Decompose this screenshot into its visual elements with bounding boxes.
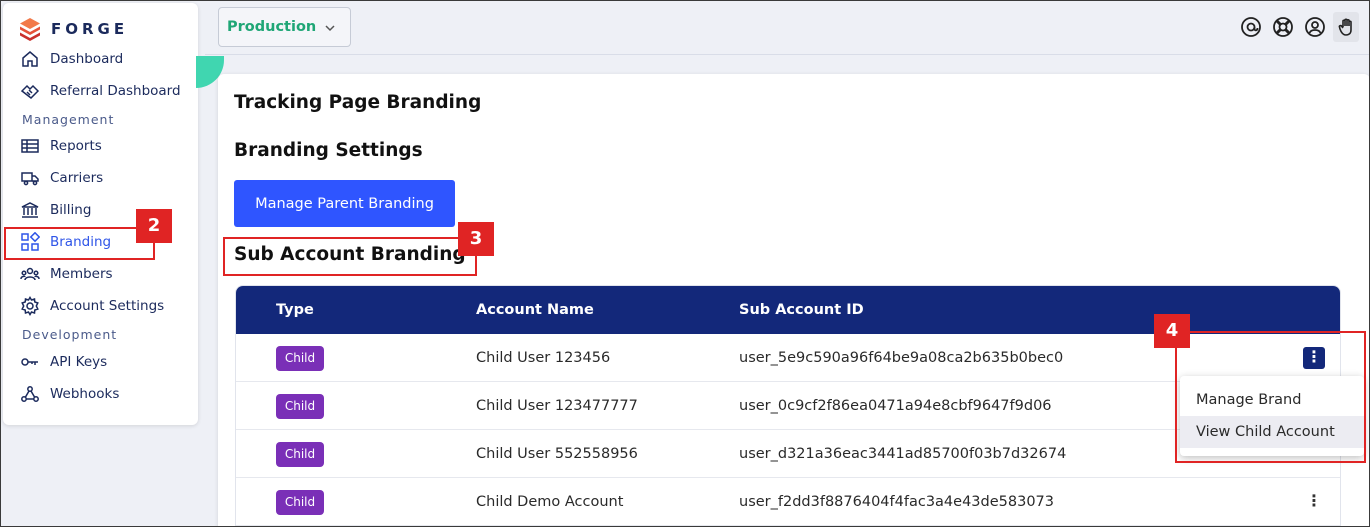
chevron-down-icon	[325, 25, 335, 32]
home-icon	[22, 51, 38, 67]
sidebar-item-referral-dashboard[interactable]: Referral Dashboard	[20, 77, 181, 105]
sidebar-item-label: Dashboard	[50, 51, 124, 67]
sidebar-item-billing[interactable]: Billing	[20, 196, 91, 224]
table-row[interactable]: Child Child Demo Account user_f2dd3f8876…	[236, 478, 1340, 526]
sidebar-item-label: Reports	[50, 138, 102, 154]
sidebar-item-webhooks[interactable]: Webhooks	[20, 380, 119, 408]
annotation-box-3	[223, 237, 477, 276]
branding-settings-heading: Branding Settings	[234, 140, 423, 161]
type-badge: Child	[276, 394, 324, 419]
hand-icon[interactable]	[1336, 16, 1358, 38]
account-name: Child Demo Account	[476, 494, 624, 510]
environment-select[interactable]: Production	[218, 7, 351, 47]
type-badge: Child	[276, 346, 324, 371]
bank-icon	[21, 202, 39, 218]
row-actions-button[interactable]: ⋮	[1303, 491, 1325, 513]
sidebar-item-account-settings[interactable]: Account Settings	[20, 292, 164, 320]
column-header-sub-account-id[interactable]: Sub Account ID	[739, 286, 864, 334]
lifebuoy-icon[interactable]	[1272, 16, 1294, 38]
sidebar-item-label: Billing	[50, 202, 92, 218]
people-icon	[20, 267, 40, 281]
environment-value: Production	[227, 19, 317, 35]
type-badge: Child	[276, 490, 324, 515]
sub-account-id: user_0c9cf2f86ea0471a94e8cbf9647f9d06	[739, 398, 1052, 414]
sidebar-item-reports[interactable]: Reports	[20, 132, 102, 160]
user-icon[interactable]	[1304, 16, 1326, 38]
logo[interactable]: FORGE	[19, 17, 128, 41]
sidebar-item-dashboard[interactable]: Dashboard	[20, 45, 123, 73]
truck-icon	[21, 172, 39, 186]
handshake-icon	[20, 84, 40, 99]
column-header-type[interactable]: Type	[276, 286, 314, 334]
sub-account-id: user_f2dd3f8876404f4fac3a4e43de583073	[739, 494, 1054, 510]
annotation-number-3: 3	[458, 222, 494, 256]
account-name: Child User 552558956	[476, 446, 638, 462]
manage-parent-branding-button[interactable]: Manage Parent Branding	[234, 180, 455, 227]
page-title: Tracking Page Branding	[234, 92, 482, 113]
sidebar-item-members[interactable]: Members	[20, 260, 113, 288]
sidebar-item-label: API Keys	[50, 354, 108, 370]
type-badge: Child	[276, 442, 324, 467]
sub-account-id: user_d321a36eac3441ad85700f03b7d32674	[739, 446, 1067, 462]
annotation-box-2	[4, 227, 155, 260]
sidebar-item-label: Account Settings	[50, 298, 165, 314]
annotation-box-4	[1175, 331, 1366, 463]
at-sign-icon[interactable]	[1240, 16, 1262, 38]
column-header-account-name[interactable]: Account Name	[476, 286, 594, 334]
key-icon	[21, 358, 38, 366]
table-icon	[21, 139, 39, 153]
gear-icon	[21, 296, 39, 316]
sidebar-item-label: Referral Dashboard	[50, 83, 181, 99]
account-name: Child User 123456	[476, 350, 611, 366]
annotation-number-2: 2	[136, 209, 172, 243]
section-label-management: Management	[22, 112, 115, 127]
annotation-number-4: 4	[1154, 314, 1190, 348]
sidebar-item-label: Webhooks	[50, 386, 120, 402]
forge-logo-icon	[20, 18, 40, 41]
brand-name: FORGE	[51, 20, 129, 38]
sidebar-item-api-keys[interactable]: API Keys	[20, 348, 107, 376]
sub-account-id: user_5e9c590a96f64be9a08ca2b635b0bec0	[739, 350, 1064, 366]
sidebar-item-carriers[interactable]: Carriers	[20, 164, 103, 192]
sidebar-item-label: Members	[50, 266, 113, 282]
top-bar: Production	[205, 0, 1370, 55]
section-label-development: Development	[22, 327, 118, 342]
account-name: Child User 123477777	[476, 398, 638, 414]
webhook-icon	[21, 386, 39, 402]
sidebar-item-label: Carriers	[50, 170, 104, 186]
